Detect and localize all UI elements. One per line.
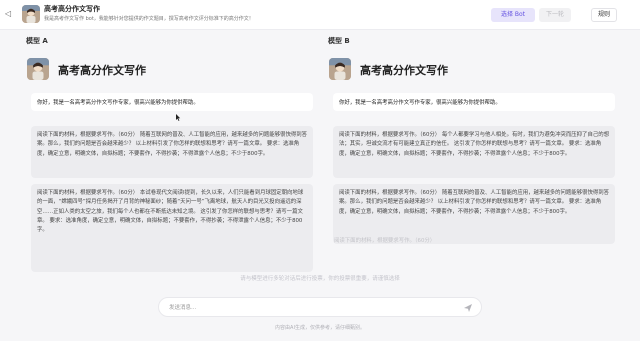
model-b-panel: 模型 B 高考高分作文写作 你好，我是一名高考高分作文写作专家，很高兴能够为你提… (326, 36, 622, 258)
bot-greeting-message: 你好，我是一名高考高分作文写作专家，很高兴能够为你提供帮助。 (333, 93, 615, 111)
rules-button[interactable]: 规则 (591, 8, 617, 22)
faded-message-preview: 阅读下面的材料，根据要求写作。（60分） (334, 238, 436, 244)
collapse-sidebar-icon[interactable]: ◁ (5, 9, 15, 19)
user-message: 阅读下面的材料，根据要求写作。（60分） 随着互联网的普及、人工智能的应用，越来… (333, 184, 615, 244)
avatar-illustration-icon (27, 58, 49, 80)
user-message: 阅读下面的材料，根据要求写作。（60分） 每个人都要学习与他人相处。有时，我们为… (333, 126, 615, 178)
user-message: 阅读下面的材料，根据要求写作。（60分） 本试卷现代文阅读Ⅰ提到，长久以来，人们… (31, 184, 313, 272)
voting-hint: 请与模型进行多轮对话后进行投票，你的投票很重要，请谨慎选择 (240, 276, 400, 282)
bot-avatar (27, 58, 49, 80)
bot-greeting-message: 你好，我是一名高考高分作文写作专家，很高兴能够为你提供帮助。 (31, 93, 313, 111)
message-input-bar (158, 297, 482, 317)
select-bot-button[interactable]: 选择 Bot (491, 8, 535, 22)
app-title: 高考高分作文写作 (44, 5, 100, 13)
send-icon[interactable] (463, 303, 473, 313)
top-bar: ◁ 高考高分作文写作 我是高考作文写作 bot，我能够针对您提供的作文题目，撰写… (0, 0, 640, 30)
model-a-panel: 模型 A 高考高分作文写作 你好，我是一名高考高分作文写作专家，很高兴能够为你提… (24, 36, 320, 272)
model-b-label: 模型 B (328, 37, 350, 45)
message-input[interactable] (169, 302, 449, 313)
user-message: 阅读下面的材料，根据要求写作。（60分） 随着互联网的普及、人工智能的应用，越来… (31, 126, 313, 178)
model-a-label: 模型 A (26, 37, 48, 45)
app-description: 我是高考作文写作 bot，我能够针对您提供的作文题目，撰写高考作文评分标准下的高… (44, 16, 254, 22)
bot-name: 高考高分作文写作 (58, 64, 146, 77)
bot-name: 高考高分作文写作 (360, 64, 448, 77)
avatar-illustration-icon (329, 58, 351, 80)
disclaimer-footer: 内容由AI生成，仅供参考，请仔细甄别。 (275, 325, 365, 331)
bot-avatar (329, 58, 351, 80)
avatar-illustration-icon (22, 5, 40, 23)
mouse-cursor-icon (176, 114, 181, 121)
next-round-button[interactable]: 下一轮 (539, 8, 571, 22)
app-avatar (22, 5, 40, 23)
